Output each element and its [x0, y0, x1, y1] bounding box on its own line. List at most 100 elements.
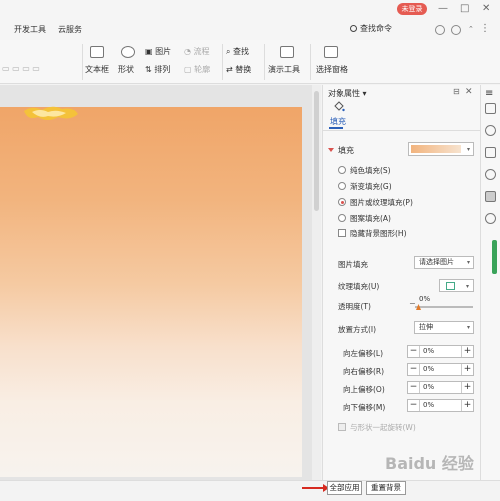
panel-close-icon[interactable]: ✕ [465, 87, 473, 97]
reset-background-button[interactable]: 重置背景 [366, 481, 406, 495]
menu-bar: 开发工具 云服务 查找命令 ⌃ ⋮ [0, 18, 500, 40]
history-icon[interactable] [485, 213, 496, 224]
apply-all-button[interactable]: 全部应用 [327, 481, 362, 495]
close-button[interactable]: ✕ [482, 3, 490, 15]
minus-icon[interactable]: − [408, 346, 420, 357]
collapse-triangle-icon [328, 148, 334, 152]
properties-icon[interactable] [485, 191, 496, 202]
sidebar-status-indicator [492, 240, 497, 274]
chart-button[interactable]: ◔ 流程 [184, 46, 210, 57]
panel-divider [323, 130, 481, 131]
texture-swatch-icon [446, 282, 455, 290]
picture-button[interactable]: ▣ 图片 [145, 46, 171, 57]
ribbon-faded-icons: ▭ ▭ ▭ ▭ [2, 64, 40, 73]
radio-gradient-fill[interactable]: 渐变填充(G) [338, 181, 392, 192]
settings-icon[interactable] [451, 25, 461, 35]
demo-tools-icon [280, 46, 294, 58]
picture-fill-label: 图片填充 [338, 260, 368, 269]
fill-section-header[interactable]: 填充 [328, 145, 354, 156]
find-button[interactable]: ⌕ 查找 [226, 46, 249, 57]
login-button[interactable]: 未登录 [397, 3, 427, 15]
plus-icon[interactable]: + [461, 346, 473, 357]
ribbon-separator [264, 44, 265, 80]
ribbon-separator [82, 44, 83, 80]
annotation-arrow [302, 484, 329, 492]
offset-left-stepper[interactable]: −0% + [407, 345, 474, 358]
copy-icon[interactable] [485, 103, 496, 114]
plus-icon[interactable]: + [461, 400, 473, 411]
canvas-scrollbar[interactable] [312, 85, 321, 480]
ribbon-separator [222, 44, 223, 80]
chevron-down-icon: ▾ [466, 283, 470, 290]
offset-right-label: 向右偏移(R) [343, 367, 385, 376]
plus-icon[interactable]: + [461, 382, 473, 393]
placement-select[interactable]: 拉伸 ▾ [414, 321, 474, 334]
menu-developer-tools[interactable]: 开发工具 [14, 24, 46, 35]
radio-picture-texture-fill[interactable]: 图片或纹理填充(P) [338, 197, 413, 208]
search-command[interactable]: 查找命令 [350, 23, 392, 34]
radio-solid-fill[interactable]: 纯色填充(S) [338, 165, 391, 176]
shape-button[interactable]: 形状 [118, 64, 134, 75]
picture-fill-select[interactable]: 请选择图片 ▾ [414, 256, 474, 269]
slide-background[interactable] [0, 106, 302, 477]
textbox-button[interactable]: 文本框 [85, 64, 109, 75]
bottom-bar [0, 480, 500, 501]
arrange-button[interactable]: ⇅ 排列 [145, 64, 170, 75]
minimize-button[interactable]: — [438, 3, 448, 15]
more-icon[interactable]: ⋮ [480, 23, 490, 35]
menu-cloud-service[interactable]: 云服务 [58, 24, 82, 35]
offset-left-label: 向左偏移(L) [343, 349, 384, 358]
texture-fill-select[interactable]: ▾ [439, 279, 474, 292]
offset-bottom-stepper[interactable]: −0% + [407, 399, 474, 412]
plus-icon[interactable]: + [461, 364, 473, 375]
slide-canvas-area [0, 85, 312, 480]
star-icon[interactable] [485, 169, 496, 180]
select-pane-button[interactable]: 选择窗格 [316, 64, 348, 75]
texture-fill-label: 纹理填充(U) [338, 282, 380, 291]
placement-label: 放置方式(I) [338, 325, 377, 334]
chevron-down-icon: ▾ [467, 146, 471, 153]
title-bar: 未登录 — □ ✕ [0, 0, 500, 18]
watermark-logo: Baidu 经验 [385, 454, 474, 473]
minus-icon[interactable]: − [408, 364, 420, 375]
replace-button[interactable]: ⇄ 替换 [226, 64, 251, 75]
transparency-label: 透明度(T) [338, 302, 371, 311]
outline-button[interactable]: ▢ 轮廓 [184, 64, 210, 75]
radio-pattern-fill[interactable]: 图案填充(A) [338, 213, 391, 224]
paint-bucket-icon[interactable] [333, 101, 345, 113]
chevron-up-icon[interactable]: ⌃ [468, 23, 474, 35]
fill-preview-swatch [411, 145, 461, 153]
minus-icon[interactable]: − [408, 400, 420, 411]
object-properties-panel: 对象属性 ▾ ⊟ ✕ 填充 填充 ▾ 纯色填充(S) 渐变填充(G) 图片或纹理… [322, 85, 481, 480]
rotate-with-shape-checkbox[interactable]: 与形状一起旋转(W) [338, 422, 416, 433]
fill-preview-dropdown[interactable]: ▾ [408, 142, 474, 156]
demo-tools-button[interactable]: 演示工具 [268, 64, 300, 75]
tab-fill[interactable]: 填充 [330, 116, 346, 127]
template-icon[interactable] [485, 147, 496, 158]
offset-top-label: 向上偏移(O) [343, 385, 385, 394]
textbox-icon [90, 46, 104, 58]
pin-icon[interactable]: ⊟ [453, 87, 460, 96]
minus-icon[interactable]: − [408, 382, 420, 393]
chevron-down-icon: ▾ [466, 259, 470, 266]
offset-right-stepper[interactable]: −0% + [407, 363, 474, 376]
share-icon[interactable] [485, 125, 496, 136]
collapse-sidebar-icon[interactable]: ≡ [485, 89, 496, 100]
hide-background-checkbox[interactable]: 隐藏背景图形(H) [338, 228, 407, 239]
offset-bottom-label: 向下偏移(M) [343, 403, 386, 412]
shape-icon [121, 46, 135, 58]
feedback-icon[interactable] [435, 25, 445, 35]
select-pane-icon [324, 46, 338, 58]
canvas-scrollbar-thumb[interactable] [314, 91, 319, 211]
ribbon-toolbar: ▭ ▭ ▭ ▭ 文本框 形状 ▣ 图片 ⇅ 排列 ◔ 流程 ▢ 轮廓 ⌕ 查找 … [0, 40, 500, 84]
ribbon-separator [310, 44, 311, 80]
panel-title: 对象属性 ▾ [328, 89, 367, 98]
watercolor-splash-image [24, 106, 78, 120]
tab-fill-indicator [329, 127, 343, 129]
chevron-down-icon: ▾ [466, 324, 470, 331]
search-icon [350, 25, 357, 32]
offset-top-stepper[interactable]: −0% + [407, 381, 474, 394]
transparency-value: 0% [419, 295, 431, 303]
transparency-slider[interactable] [415, 306, 473, 308]
restore-button[interactable]: □ [460, 3, 469, 15]
